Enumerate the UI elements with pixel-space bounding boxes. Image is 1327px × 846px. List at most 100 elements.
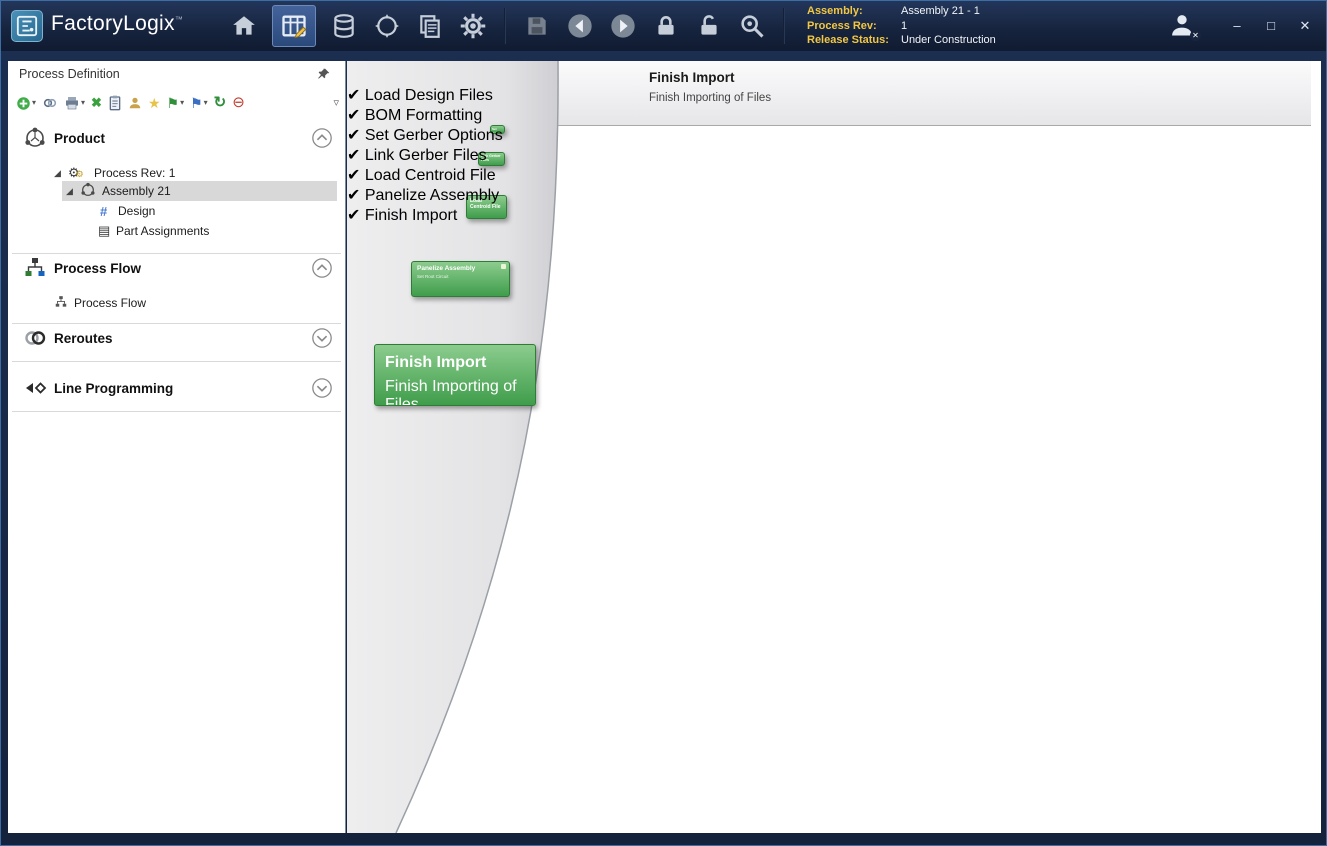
tree-item-assembly-21[interactable]: ◢ Assembly 21 (8, 181, 345, 201)
wizard-main-area: Finish Import Finish Importing of Files … (347, 61, 1321, 833)
tree-item-label: Design (118, 204, 155, 218)
tree-item-design[interactable]: # Design (8, 201, 345, 221)
titlebar: FactoryLogix™ (1, 1, 1326, 51)
sidebar-section-process-flow[interactable]: Process Flow (8, 254, 345, 282)
add-button[interactable]: ▾ (16, 95, 36, 111)
dropdown-arrow-icon: ▾ (204, 95, 208, 111)
collapse-up-icon[interactable] (311, 257, 333, 279)
settings-gear-button[interactable] (458, 11, 488, 41)
trademark: ™ (175, 15, 183, 24)
section-label: Line Programming (54, 381, 173, 396)
release-status-value: Under Construction (901, 33, 996, 48)
import-button[interactable]: ✔ Import (347, 766, 444, 786)
list-item: ✔ Load Centroid File (347, 165, 1321, 185)
wizard-step-finish-import[interactable]: Finish Import Finish Importing of Files … (374, 344, 536, 406)
user-logout-button[interactable]: ✕ (1168, 11, 1198, 41)
tree-item-label: Process Rev: 1 (94, 166, 175, 180)
next-button[interactable]: Next (347, 741, 433, 766)
sidebar-section-line-programming[interactable]: Line Programming (8, 374, 345, 402)
scroll-up-icon[interactable]: ▲ (347, 786, 363, 803)
back-nav-button[interactable] (565, 11, 595, 41)
line-programming-icon (22, 375, 48, 401)
section-label: Reroutes (54, 331, 113, 346)
expand-down-icon[interactable] (311, 377, 333, 399)
paste-button[interactable] (108, 95, 122, 111)
vertical-scrollbar[interactable]: ▲ ▼ (347, 786, 1321, 822)
link-button[interactable] (42, 95, 58, 111)
minimize-button[interactable]: – (1228, 17, 1246, 35)
separator (12, 411, 341, 412)
tree-item-process-flow[interactable]: Process Flow (8, 293, 345, 313)
navigate-button[interactable] (372, 11, 402, 41)
unlock-button[interactable] (694, 11, 724, 41)
flag-icon: ⚑ (167, 95, 180, 111)
sidebar-section-product[interactable]: Product (8, 124, 345, 152)
checkbox-checked-icon: ✔ (347, 107, 360, 124)
lock-button[interactable] (651, 11, 681, 41)
assembly-label: Assembly: (807, 4, 901, 19)
checkbox-checked-icon: ✔ (347, 187, 360, 204)
flag-green-button[interactable]: ⚑▾ (167, 95, 185, 111)
checkbox-checked-icon: ✔ (347, 167, 360, 184)
process-definition-button[interactable] (272, 5, 316, 47)
back-button[interactable]: Back (347, 716, 433, 741)
tree-item-label: Part Assignments (116, 224, 209, 238)
scroll-down-icon[interactable]: ▼ (347, 804, 363, 821)
toolbar-separator (504, 8, 506, 44)
favorites-button[interactable]: ★ (148, 95, 161, 111)
collapse-up-icon[interactable] (311, 127, 333, 149)
tree-item-part-assignments[interactable]: ▤ Part Assignments (8, 221, 345, 241)
checkbox-checked-icon: ✔ (347, 207, 360, 224)
process-rev-label: Process Rev: (807, 19, 901, 34)
list-item: ✔ Link Gerber Files (347, 145, 1321, 165)
refresh-icon: ↻ (214, 95, 227, 111)
assembly-value: Assembly 21 - 1 (901, 4, 980, 19)
gears-icon: ⚙⚙ (68, 165, 84, 181)
flag-icon: ⚑ (190, 95, 203, 111)
separator (12, 361, 341, 362)
list-item: ✔ BOM Formatting (347, 105, 1321, 125)
assembly-icon (80, 182, 96, 201)
process-flow-icon (22, 255, 48, 281)
release-status-label: Release Status: (807, 33, 901, 48)
data-stack-button[interactable] (329, 11, 359, 41)
audit-search-button[interactable] (737, 11, 767, 41)
maximize-button[interactable]: □ (1262, 17, 1280, 35)
cut-button[interactable]: ✖ (91, 95, 102, 111)
checkbox-checked-icon: ✔ (347, 147, 360, 164)
refresh-button[interactable]: ↻ (214, 95, 227, 111)
toolbar-overflow-button[interactable]: ▿ (333, 95, 339, 111)
tree-item-process-rev[interactable]: ◢ ⚙⚙ Process Rev: 1 (8, 163, 345, 183)
factorylogix-logo-icon (11, 10, 43, 42)
remove-button[interactable]: ⊖ (232, 95, 245, 111)
expand-down-icon[interactable] (311, 327, 333, 349)
assembly-info: Assembly:Assembly 21 - 1 Process Rev:1 R… (807, 4, 996, 48)
wizard-step-panelize-assembly[interactable]: Panelize Assembly Set Root Circuit (411, 261, 510, 297)
process-definition-panel: Process Definition ▾ ▾ ✖ ★ ⚑ (8, 61, 346, 833)
tree-item-label: Process Flow (74, 296, 146, 310)
user-icon[interactable] (128, 96, 142, 110)
save-button[interactable] (522, 11, 552, 41)
expander-icon[interactable]: ◢ (54, 168, 61, 179)
step-badge-icon (501, 264, 506, 269)
dropdown-arrow-icon: ▾ (180, 95, 184, 111)
sidebar-section-reroutes[interactable]: Reroutes (8, 324, 345, 352)
user-x-badge-icon: ✕ (1190, 30, 1201, 41)
dropdown-arrow-icon: ▾ (32, 95, 36, 111)
section-label: Product (54, 131, 105, 146)
application-window: FactoryLogix™ (0, 0, 1327, 846)
list-item: ✔ Finish Import (347, 205, 1321, 225)
documents-button[interactable] (415, 11, 445, 41)
back-arrow-icon (347, 716, 367, 736)
design-grid-icon: # (100, 204, 107, 219)
forward-nav-button[interactable] (608, 11, 638, 41)
close-button[interactable]: ✕ (1296, 17, 1314, 35)
print-button[interactable]: ▾ (64, 95, 85, 111)
checkbox-checked-icon: ✔ (347, 87, 360, 104)
flag-blue-button[interactable]: ⚑▾ (190, 95, 208, 111)
expander-icon[interactable]: ◢ (66, 186, 73, 197)
home-button[interactable] (229, 11, 259, 41)
part-assignments-icon: ▤ (98, 223, 110, 239)
pin-icon[interactable] (317, 67, 333, 83)
list-item: ✔ Panelize Assembly (347, 185, 1321, 205)
